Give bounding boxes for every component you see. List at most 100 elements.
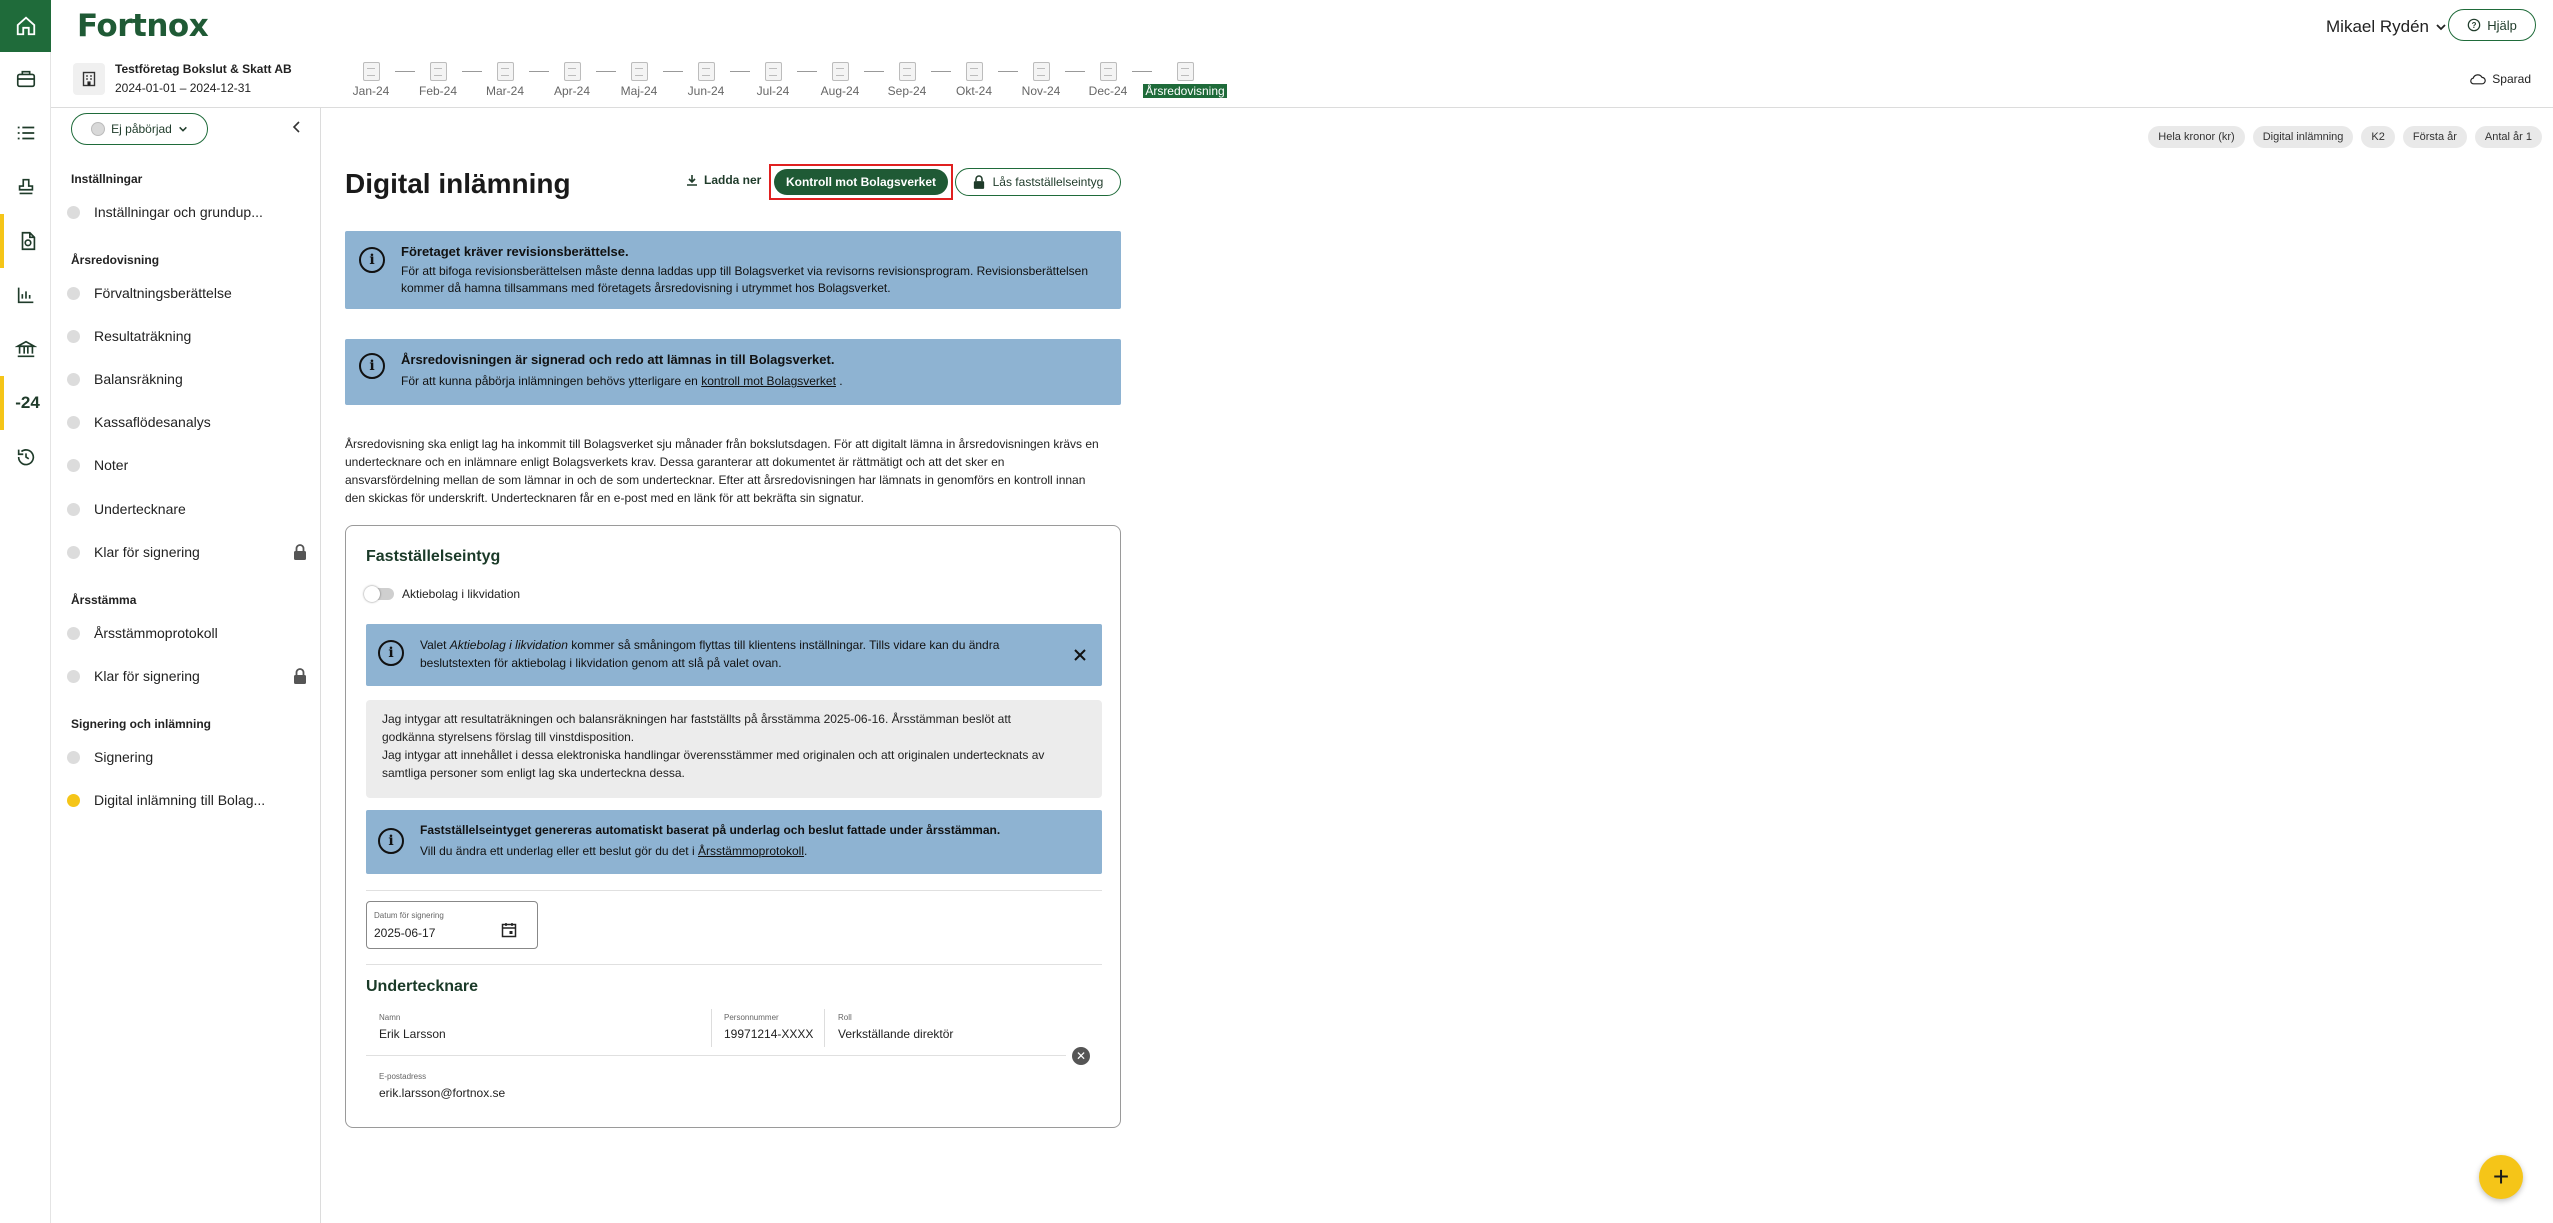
company-period: 2024-01-01 – 2024-12-31 — [115, 81, 252, 95]
period-document-icon — [496, 62, 514, 81]
company-selector[interactable]: Testföretag Bokslut & Skatt AB 2024-01-0… — [73, 62, 292, 95]
briefcase-icon[interactable] — [0, 52, 51, 106]
step-dot — [67, 286, 80, 300]
sidebar-item-klar-for-signering-stamma[interactable]: Klar för signering — [67, 661, 307, 691]
sidebar-item-noter[interactable]: Noter — [67, 450, 307, 480]
card-title: Fastställelseintyg — [366, 548, 501, 565]
timeline-label: Aug-24 — [820, 84, 860, 98]
signed-info-banner: i Årsredovisningen är signerad och redo … — [345, 339, 1121, 405]
info-icon: i — [359, 353, 385, 379]
document-icon[interactable] — [0, 214, 51, 268]
timeline-period[interactable]: Sep-24 — [872, 62, 942, 98]
fortnox-logo[interactable]: Fortnox — [77, 8, 209, 44]
help-label: Hjälp — [2487, 17, 2517, 33]
sidebar-item-balansrakning[interactable]: Balansräkning — [67, 364, 307, 394]
timeline-period-active[interactable]: Årsredovisning — [1140, 62, 1230, 100]
period-document-icon — [1099, 62, 1117, 81]
step-dot — [67, 669, 80, 683]
info-text: Vill du ändra ett underlag eller ett bes… — [420, 844, 695, 858]
sidebar-item-label: Resultaträkning — [94, 328, 192, 344]
user-name: Mikael Rydén — [2326, 17, 2429, 36]
stamp-icon[interactable] — [0, 160, 51, 214]
timeline-period[interactable]: Mar-24 — [470, 62, 540, 98]
signing-date-field[interactable]: Datum för signering 2025-06-17 — [366, 901, 538, 949]
timeline-period[interactable]: Jan-24 — [336, 62, 406, 98]
sidebar-item-signering[interactable]: Signering — [67, 742, 307, 772]
timeline-period[interactable]: Jul-24 — [738, 62, 808, 98]
company-name: Testföretag Bokslut & Skatt AB — [115, 62, 292, 76]
help-button[interactable]: ? Hjälp — [2448, 9, 2536, 41]
arsstammoprotokoll-link[interactable]: Årsstämmoprotokoll — [698, 844, 804, 858]
name-label: Namn — [379, 1013, 401, 1022]
status-dropdown[interactable]: Ej påbörjad — [71, 113, 208, 145]
info-text-line: För att bifoga revisionsberättelsen måst… — [401, 264, 1089, 278]
notice-line: beslutstexten för aktiebolag i likvidati… — [420, 656, 782, 670]
user-menu[interactable]: Mikael Rydén — [2326, 17, 2447, 37]
timeline-label: Mar-24 — [485, 84, 524, 98]
notice-emphasis: Aktiebolag i likvidation — [449, 638, 568, 652]
period-document-icon — [563, 62, 581, 81]
timeline-period[interactable]: Dec-24 — [1073, 62, 1143, 98]
likvidation-toggle[interactable] — [364, 586, 394, 602]
timeline-period[interactable]: Okt-24 — [939, 62, 1009, 98]
page-title: Digital inlämning — [345, 168, 571, 199]
checklist-icon[interactable] — [0, 106, 51, 160]
step-dot — [67, 372, 80, 386]
settings-tags: Hela kronor (kr) Digital inlämning K2 Fö… — [2148, 126, 2542, 148]
step-dot — [67, 415, 80, 429]
field-separator — [711, 1009, 712, 1047]
download-button[interactable]: Ladda ner — [686, 173, 761, 187]
sidebar-item-undertecknare[interactable]: Undertecknare — [67, 494, 307, 524]
timeline-period[interactable]: Jun-24 — [671, 62, 741, 98]
bank-icon[interactable] — [0, 322, 51, 376]
bar-chart-icon[interactable] — [0, 268, 51, 322]
sidebar-item-resultatrakning[interactable]: Resultaträkning — [67, 321, 307, 351]
fiscal-year-indicator[interactable]: -24 — [0, 376, 51, 430]
sidebar-item-forvaltningsberattelse[interactable]: Förvaltningsberättelse — [67, 278, 307, 308]
section-heading: Årsstämma — [71, 593, 137, 607]
collapse-sidebar-icon[interactable] — [292, 120, 302, 137]
tag-submission[interactable]: Digital inlämning — [2252, 126, 2354, 148]
timeline-period[interactable]: Apr-24 — [537, 62, 607, 98]
notice-text: kommer så småningom flyttas till kliente… — [567, 638, 1000, 652]
intyg-line: godkänna styrelsens förslag till vinstdi… — [382, 730, 635, 744]
timeline-label: Jan-24 — [352, 84, 390, 98]
period-document-icon — [630, 62, 648, 81]
calendar-icon[interactable] — [501, 922, 517, 938]
svg-text:?: ? — [2472, 21, 2477, 30]
lock-icon — [294, 668, 306, 684]
sidebar-item-label: Årsstämmoprotokoll — [94, 625, 218, 641]
section-heading: Inställningar — [71, 172, 143, 186]
top-header: Fortnox Mikael Rydén ? Hjälp — [51, 0, 2553, 52]
timeline-period[interactable]: Maj-24 — [604, 62, 674, 98]
tag-currency[interactable]: Hela kronor (kr) — [2148, 126, 2245, 148]
step-dot — [67, 545, 80, 559]
paragraph-line: ansvarsfördelning mellan de som lämnar i… — [345, 473, 1086, 487]
tag-first-year[interactable]: Första år — [2402, 126, 2467, 148]
kontroll-mot-bolagsverket-button[interactable]: Kontroll mot Bolagsverket — [774, 169, 948, 195]
tag-year-count[interactable]: Antal år 1 — [2474, 126, 2542, 148]
home-icon[interactable] — [0, 0, 51, 52]
sidebar-item-label: Balansräkning — [94, 371, 183, 387]
history-icon[interactable] — [0, 430, 51, 484]
timeline-period[interactable]: Nov-24 — [1006, 62, 1076, 98]
sidebar-item-label: Signering — [94, 749, 154, 765]
tag-framework[interactable]: K2 — [2361, 126, 2395, 148]
timeline-period[interactable]: Aug-24 — [805, 62, 875, 98]
divider — [366, 890, 1102, 891]
sidebar-item-arsstammoprotokoll[interactable]: Årsstämmoprotokoll — [67, 618, 307, 648]
sidebar-item-kassaflodesanalys[interactable]: Kassaflödesanalys — [67, 407, 307, 437]
close-icon[interactable] — [1074, 648, 1086, 666]
info-text-line: Vill du ändra ett underlag eller ett bes… — [420, 843, 807, 860]
sidebar-item-klar-for-signering[interactable]: Klar för signering — [67, 537, 307, 567]
las-faststallelseintyg-button[interactable]: Lås fastställelseintyg — [955, 168, 1121, 196]
sidebar-item-installningar[interactable]: Inställningar och grundup... — [67, 197, 307, 227]
sidebar-item-digital-inlamning[interactable]: Digital inlämning till Bolag... — [67, 785, 307, 815]
paragraph-line: undertecknare och en inlämnare enligt Bo… — [345, 455, 1005, 469]
kontroll-link[interactable]: kontroll mot Bolagsverket — [701, 374, 836, 388]
add-fab-button[interactable]: + — [2479, 1155, 2523, 1199]
section-heading: Signering och inlämning — [71, 717, 212, 731]
info-title: Årsredovisningen är signerad och redo at… — [401, 352, 835, 367]
remove-signer-icon[interactable]: ✕ — [1072, 1047, 1090, 1065]
timeline-period[interactable]: Feb-24 — [403, 62, 473, 98]
